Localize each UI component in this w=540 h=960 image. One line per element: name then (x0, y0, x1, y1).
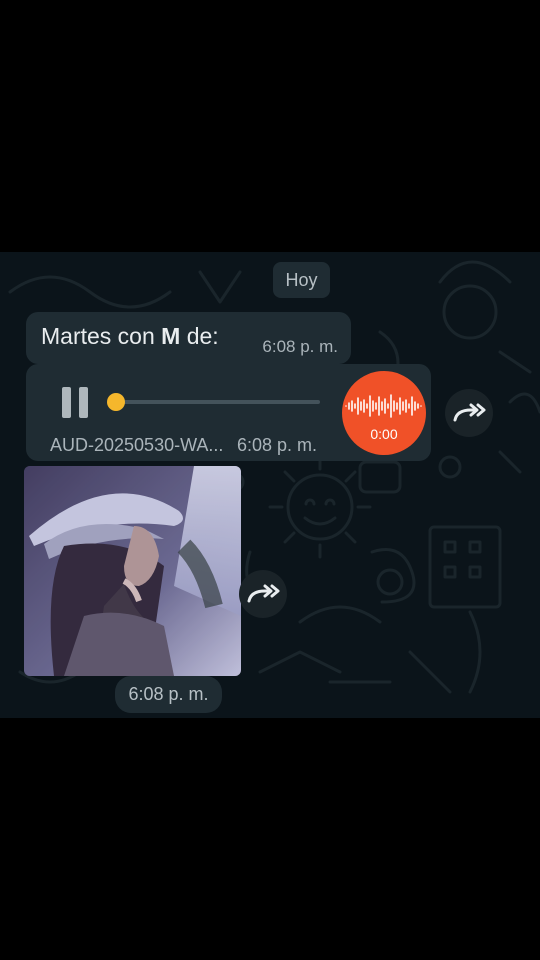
waveform-icon (345, 394, 422, 418)
audio-file-name: AUD-20250530-WA... (50, 435, 224, 455)
audio-duration: 0:00 (370, 426, 398, 442)
text-message-bubble[interactable]: Martes con M de: 6:08 p. m. (26, 312, 351, 364)
photo-message[interactable] (24, 466, 241, 676)
photo-image (24, 466, 241, 676)
forward-icon[interactable] (445, 389, 493, 437)
message-time: 6:08 p. m. (262, 337, 338, 356)
audio-avatar: 0:00 (342, 371, 426, 455)
forward-icon[interactable] (239, 570, 287, 618)
audio-message-bubble[interactable]: AUD-20250530-WA... 6:08 p. m. 0:00 (26, 364, 431, 461)
audio-progress-knob[interactable] (107, 393, 125, 411)
audio-progress-track[interactable] (112, 400, 320, 404)
message-text: Martes con M de: (41, 323, 219, 349)
photo-message-time: 6:08 p. m. (115, 676, 222, 713)
audio-message-time: 6:08 p. m. (237, 435, 318, 455)
date-divider: Hoy (273, 262, 330, 298)
pause-icon[interactable] (60, 387, 92, 419)
